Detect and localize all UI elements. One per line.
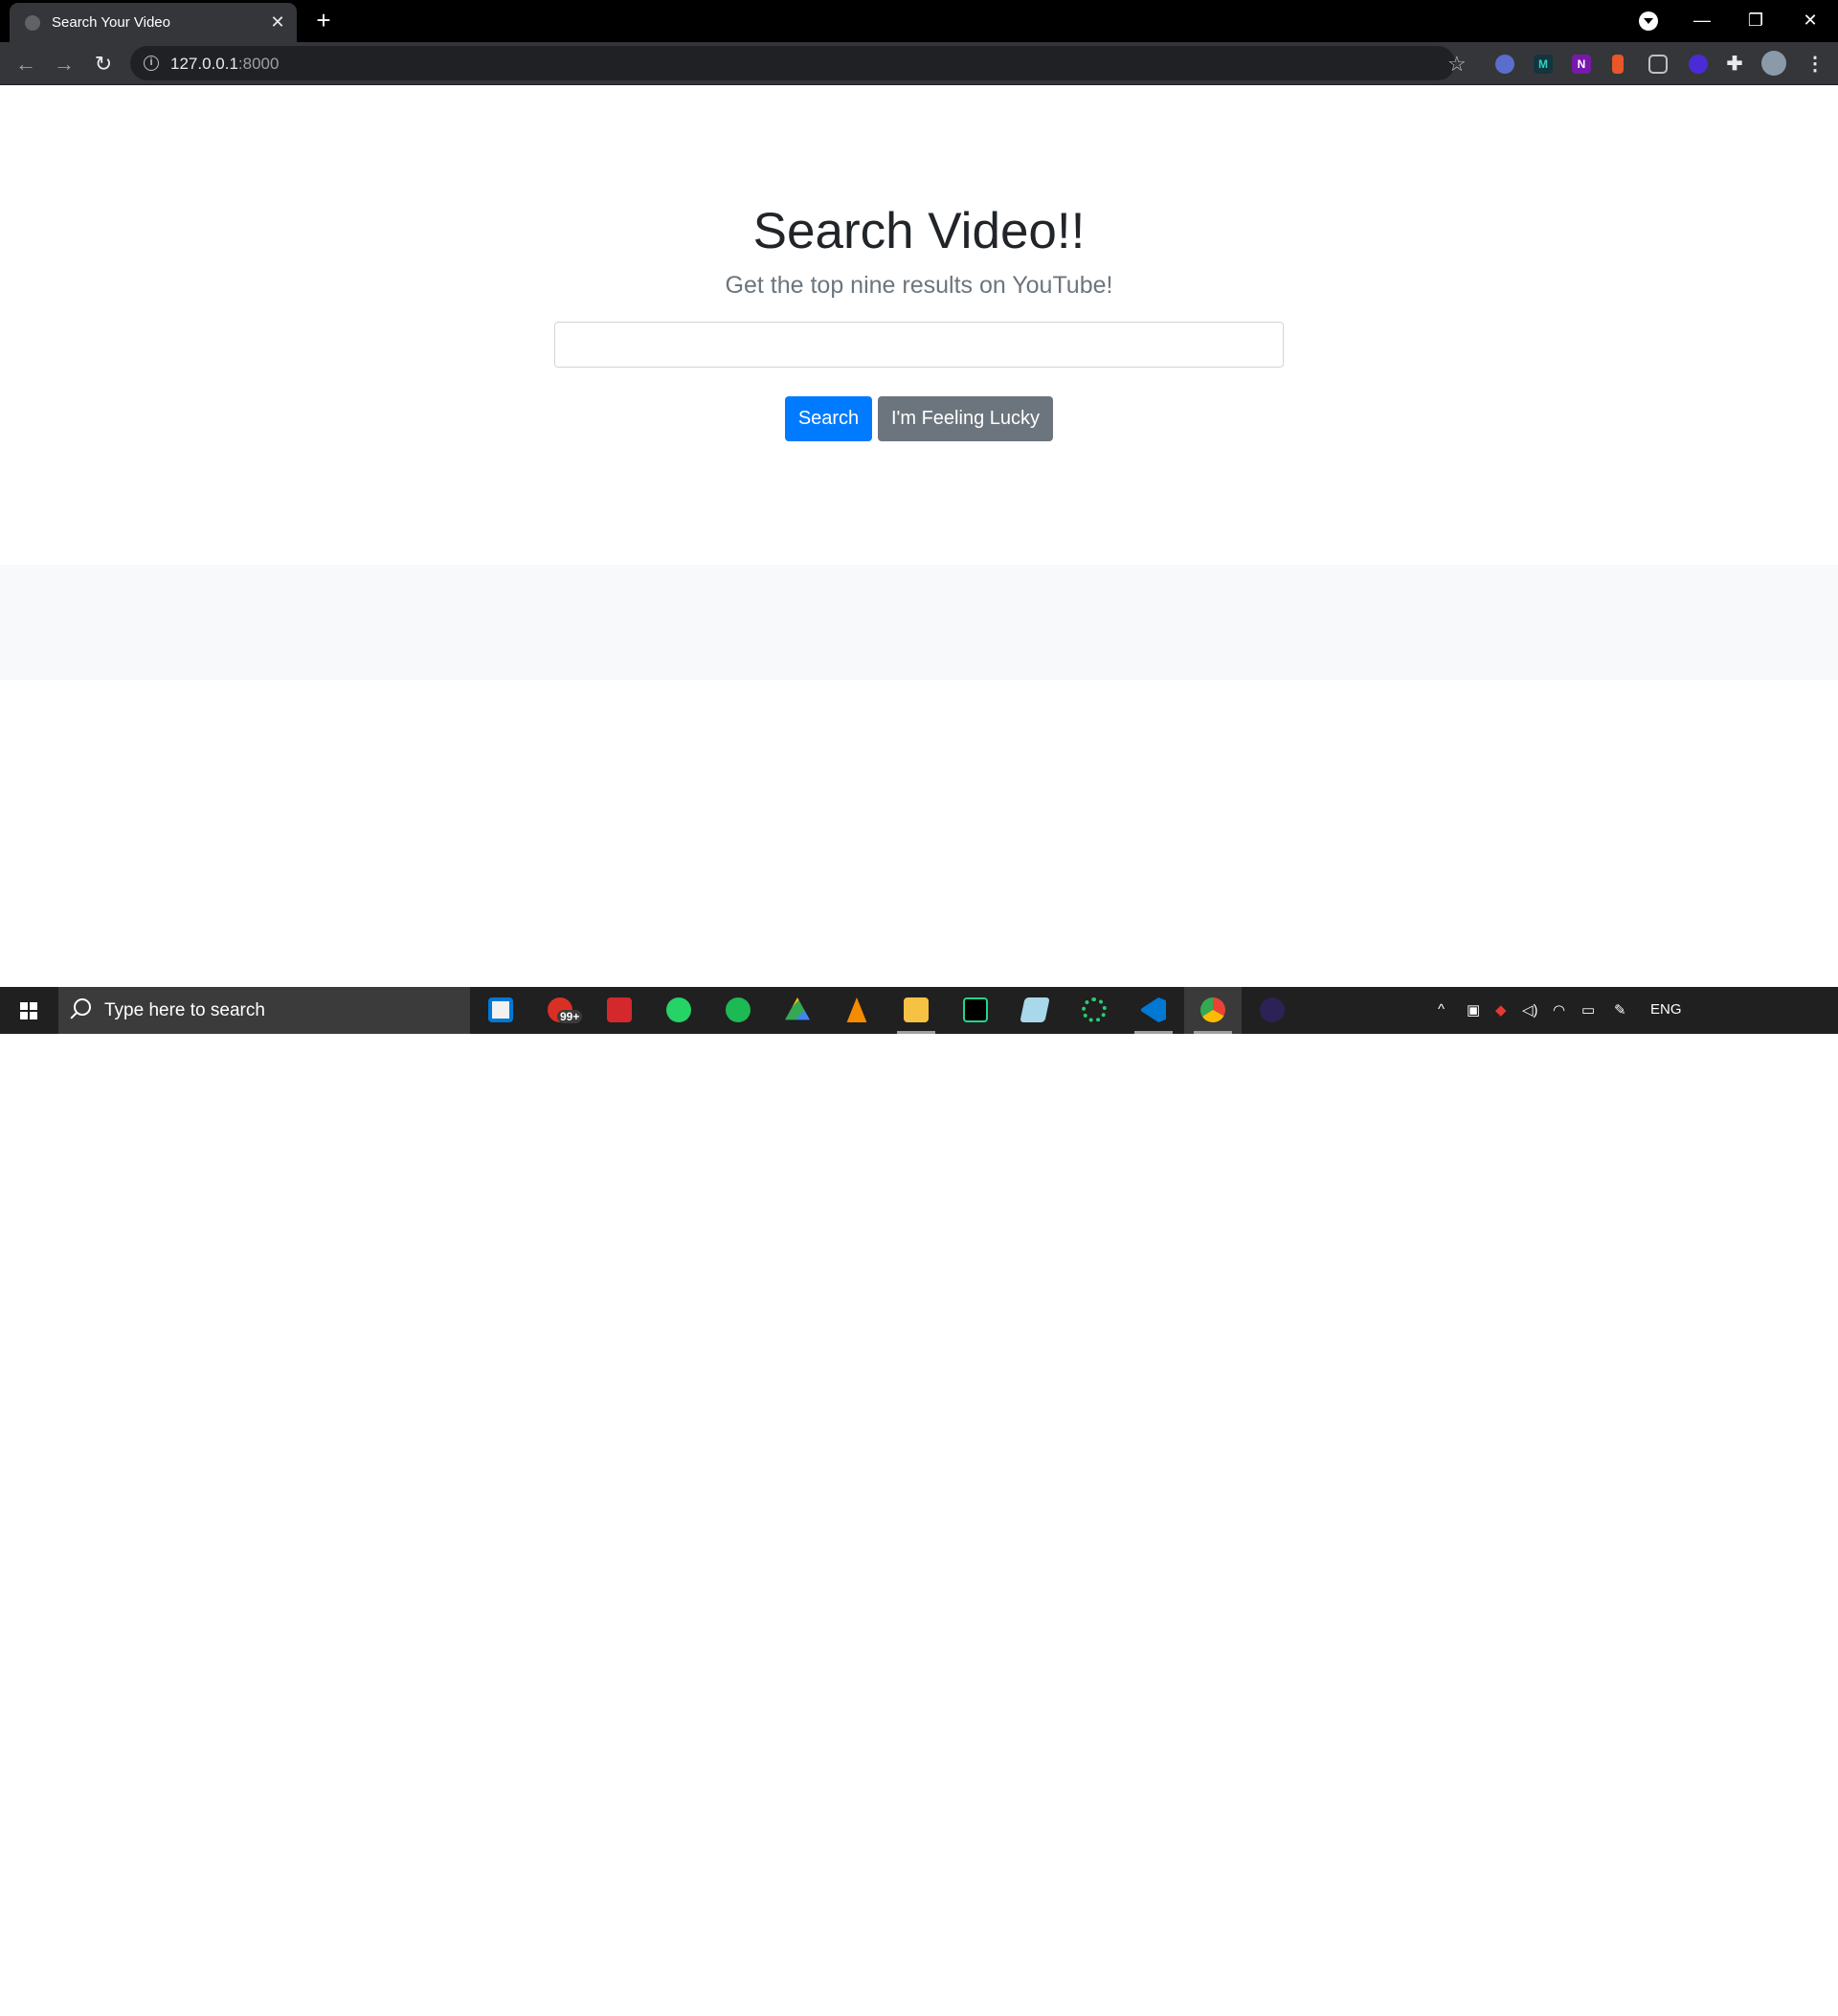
vlc-app[interactable] <box>828 987 885 1034</box>
volume-icon[interactable]: ◁) <box>1522 1001 1538 1019</box>
search-input[interactable] <box>554 322 1284 368</box>
browser-titlebar: Search Your Video ✕ + — ❐ ✕ <box>0 0 1838 42</box>
site-info-icon[interactable]: i <box>144 56 159 71</box>
spotify-app[interactable] <box>709 987 767 1034</box>
extension-1-icon[interactable] <box>1495 55 1514 74</box>
chrome-app[interactable] <box>1184 987 1242 1034</box>
language-indicator[interactable]: ENG <box>1650 1001 1682 1018</box>
battery-icon[interactable]: ▭ <box>1581 1001 1595 1019</box>
pycharm-app[interactable] <box>947 987 1004 1034</box>
feeling-lucky-button[interactable]: I'm Feeling Lucky <box>878 396 1053 441</box>
extensions-puzzle-icon[interactable]: ✚ <box>1725 55 1744 74</box>
reload-icon[interactable]: ↻ <box>90 51 117 78</box>
browser-toolbar: ← → ↻ i 127.0.0.1:8000 ☆ M N 15 ✚ ⋮ <box>0 42 1838 119</box>
loader-icon <box>1082 997 1107 1022</box>
minimize-button[interactable]: — <box>1688 6 1716 34</box>
bookmark-star-icon[interactable]: ☆ <box>1447 52 1467 77</box>
vscode-app[interactable] <box>1125 987 1182 1034</box>
restore-button[interactable]: ❐ <box>1741 6 1770 34</box>
eclipse-icon <box>1260 997 1285 1022</box>
acrobat-app[interactable] <box>591 987 648 1034</box>
loader-app[interactable] <box>1065 987 1123 1034</box>
file-explorer-app[interactable] <box>887 987 945 1034</box>
pycharm-icon <box>963 997 988 1022</box>
wifi-icon[interactable]: ◠ <box>1553 1001 1565 1019</box>
footer-band <box>0 565 1838 680</box>
notes-icon <box>1020 997 1050 1022</box>
search-button[interactable]: Search <box>785 396 872 441</box>
extension-badge-icon[interactable] <box>1689 55 1708 74</box>
search-icon <box>74 998 91 1016</box>
whatsapp-app[interactable] <box>650 987 707 1034</box>
chevron-up-icon[interactable]: ^ <box>1438 1001 1445 1018</box>
store-app[interactable] <box>472 987 529 1034</box>
spotify-icon <box>726 997 751 1022</box>
clock-time[interactable]: 18:04 <box>1698 1979 1761 1995</box>
taskbar: Type here to search ^ ▣ ◆ ◁) ◠ ▭ ✎ ENG 1… <box>0 987 1838 2016</box>
notification-icon[interactable] <box>1790 1985 1809 2003</box>
antivirus-icon[interactable]: ◆ <box>1495 1001 1507 1019</box>
more-menu-icon[interactable]: ⋮ <box>1805 55 1825 74</box>
forward-arrow-icon[interactable]: → <box>51 51 78 78</box>
browser-tab[interactable]: Search Your Video ✕ <box>10 3 297 42</box>
drive-icon <box>785 997 810 1020</box>
windows-logo-icon <box>20 1002 37 1019</box>
tab-search-icon[interactable] <box>1639 11 1658 31</box>
folder-icon <box>904 997 929 1022</box>
extension-orange-icon[interactable] <box>1612 55 1624 74</box>
pocket-icon[interactable] <box>1648 55 1668 74</box>
gmail-unread-badge: 99+ <box>557 1010 583 1023</box>
page-content: Search Video!! Get the top nine results … <box>0 85 1838 987</box>
taskbar-search[interactable]: Type here to search <box>58 987 470 1034</box>
vlc-icon <box>846 997 867 1022</box>
whatsapp-icon <box>666 997 691 1022</box>
notes-app[interactable] <box>1006 987 1064 1034</box>
url-text[interactable]: 127.0.0.1:8000 <box>170 55 279 74</box>
profile-avatar[interactable] <box>1761 51 1786 76</box>
page-title: Search Video!! <box>752 203 1086 259</box>
start-button[interactable] <box>0 987 57 1034</box>
globe-icon <box>25 15 40 31</box>
eclipse-app[interactable] <box>1244 987 1301 1034</box>
acrobat-icon <box>607 997 632 1022</box>
onenote-icon[interactable]: N <box>1572 55 1591 74</box>
store-icon <box>488 997 513 1022</box>
pen-icon[interactable]: ✎ <box>1614 1001 1626 1019</box>
address-bar[interactable]: i 127.0.0.1:8000 ☆ <box>130 46 1467 80</box>
page-subtitle: Get the top nine results on YouTube! <box>725 272 1113 299</box>
taskbar-search-placeholder: Type here to search <box>104 1000 265 1020</box>
close-window-button[interactable]: ✕ <box>1796 6 1825 34</box>
vscode-icon <box>1141 997 1166 1022</box>
clock-date[interactable]: 13-06-2021 <box>1692 2000 1767 2016</box>
battery-saver-icon[interactable]: ▣ <box>1467 1001 1480 1019</box>
close-tab-icon[interactable]: ✕ <box>268 12 287 32</box>
google-drive-app[interactable] <box>769 987 826 1034</box>
tab-title: Search Your Video <box>52 14 170 31</box>
new-tab-button[interactable]: + <box>310 8 337 34</box>
extension-m-icon[interactable]: M <box>1534 55 1553 74</box>
hero-section: Search Video!! Get the top nine results … <box>0 85 1838 564</box>
chrome-icon <box>1200 997 1225 1022</box>
back-arrow-icon[interactable]: ← <box>12 51 39 78</box>
